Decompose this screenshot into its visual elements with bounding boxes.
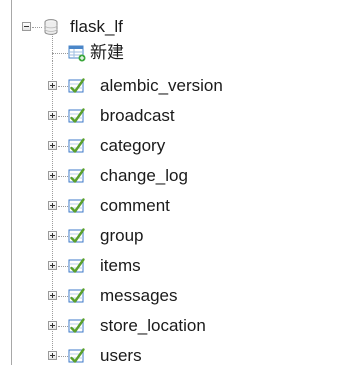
database-label: flask_lf bbox=[70, 17, 123, 36]
table-icon bbox=[68, 77, 86, 95]
table-icon bbox=[68, 257, 86, 275]
table-icon bbox=[68, 107, 86, 125]
tree-connector-new bbox=[52, 53, 68, 54]
expand-toggle[interactable] bbox=[48, 111, 57, 120]
table-icon bbox=[68, 287, 86, 305]
tree-connector bbox=[58, 236, 68, 237]
table-label: store_location bbox=[100, 316, 206, 335]
expand-toggle[interactable] bbox=[48, 201, 57, 210]
tree-connector bbox=[58, 116, 68, 117]
expand-toggle[interactable] bbox=[48, 351, 57, 360]
tree-connector bbox=[58, 326, 68, 327]
tree-node-table[interactable]: store_location bbox=[48, 313, 308, 339]
expand-toggle[interactable] bbox=[48, 231, 57, 240]
tree-connector bbox=[58, 296, 68, 297]
table-icon bbox=[68, 347, 86, 365]
tree-node-database[interactable]: flask_lf bbox=[18, 14, 218, 40]
table-icon bbox=[68, 317, 86, 335]
tree-node-table[interactable]: items bbox=[48, 253, 308, 279]
database-icon bbox=[42, 18, 60, 36]
expand-toggle[interactable] bbox=[48, 291, 57, 300]
new-table-label: 新建 bbox=[90, 43, 124, 62]
table-label: messages bbox=[100, 286, 178, 305]
tree-connector bbox=[58, 146, 68, 147]
table-label: group bbox=[100, 226, 144, 245]
tree-node-table[interactable]: change_log bbox=[48, 163, 308, 189]
tree-node-table[interactable]: category bbox=[48, 133, 308, 159]
tree-connector bbox=[58, 86, 68, 87]
tree-connector-root bbox=[32, 27, 42, 28]
tree-node-table[interactable]: broadcast bbox=[48, 103, 308, 129]
tree-node-table[interactable]: messages bbox=[48, 283, 308, 309]
expand-toggle[interactable] bbox=[48, 321, 57, 330]
tree-node-table[interactable]: comment bbox=[48, 193, 308, 219]
collapse-toggle[interactable] bbox=[22, 22, 31, 31]
database-tree: flask_lf 新建 alembic_version broadcast cate… bbox=[0, 0, 340, 365]
table-label: category bbox=[100, 136, 166, 155]
tree-node-new[interactable]: 新建 bbox=[68, 40, 188, 66]
tree-connector bbox=[58, 206, 68, 207]
expand-toggle[interactable] bbox=[48, 171, 57, 180]
tree-node-table[interactable]: group bbox=[48, 223, 308, 249]
tree-connector bbox=[58, 176, 68, 177]
new-table-icon bbox=[68, 44, 86, 62]
tree-node-table[interactable]: users bbox=[48, 343, 308, 365]
expand-toggle[interactable] bbox=[48, 261, 57, 270]
table-icon bbox=[68, 227, 86, 245]
expand-toggle[interactable] bbox=[48, 81, 57, 90]
expand-toggle[interactable] bbox=[48, 141, 57, 150]
table-icon bbox=[68, 137, 86, 155]
table-label: users bbox=[100, 346, 142, 365]
tree-connector bbox=[58, 266, 68, 267]
table-icon bbox=[68, 197, 86, 215]
table-label: change_log bbox=[100, 166, 188, 185]
table-label: alembic_version bbox=[100, 76, 223, 95]
table-label: items bbox=[100, 256, 141, 275]
tree-node-table[interactable]: alembic_version bbox=[48, 73, 308, 99]
tree-connector bbox=[58, 356, 68, 357]
table-icon bbox=[68, 167, 86, 185]
table-label: comment bbox=[100, 196, 170, 215]
table-label: broadcast bbox=[100, 106, 175, 125]
